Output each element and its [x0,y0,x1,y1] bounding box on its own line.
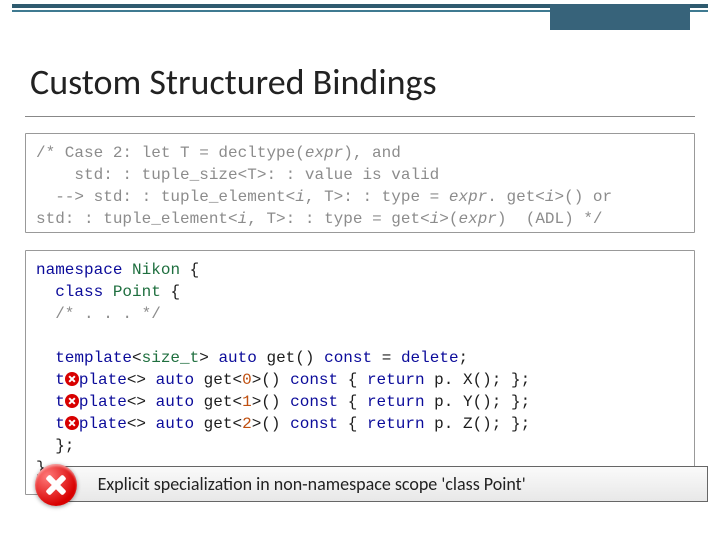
comment-text: expr [305,144,343,162]
code-text: auto [218,349,256,367]
comment-text: , T>: : type = [305,188,449,206]
comment-text: i [295,188,305,206]
code-text: 0 [242,371,252,389]
code-text: const [290,393,338,411]
code-text: size_t [142,349,200,367]
code-text: const [290,415,338,433]
comment-text: expr [449,188,487,206]
code-text: const [290,371,338,389]
code-block: namespace Nikon { class Point { /* . . .… [25,250,695,495]
code-text: < [232,393,242,411]
comment-block: /* Case 2: let T = decltype(expr), and s… [25,133,695,233]
code-text: delete [401,349,459,367]
comment-text: std: : tuple_element< [36,210,238,228]
code-text: > [252,415,262,433]
code-text: < [232,415,242,433]
code-text: p. Y(); [434,393,501,411]
code-text: get [204,393,233,411]
code-text: < [132,349,142,367]
code-text: p. X(); [434,371,501,389]
comment-text: . get< [487,188,545,206]
code-text: <> [127,393,146,411]
error-tooltip: Explicit specialization in non-namespace… [60,466,708,502]
comment-text: i [238,210,248,228]
code-text: /* . . . */ [55,305,161,323]
comment-text: --> std: : tuple_element< [36,188,295,206]
error-message: Explicit specialization in non-namespace… [98,473,526,495]
code-text: Nikon [132,261,180,279]
code-text: > [252,393,262,411]
code-text: get [204,371,233,389]
comment-text: >( [439,210,458,228]
code-text: > [199,349,209,367]
code-text: namespace [36,261,122,279]
error-icon [35,464,77,506]
code-text: template [55,349,132,367]
error-marker-icon [65,394,79,408]
comment-text: >() or [555,188,613,206]
code-text: const [324,349,372,367]
code-text: return [367,393,425,411]
comment-text: i [430,210,440,228]
code-text: 2 [242,415,252,433]
code-text: auto [156,393,194,411]
code-text: Point [113,283,161,301]
code-text: auto [156,371,194,389]
code-text: { [190,261,200,279]
comment-text: ), and [343,144,401,162]
comment-text: std: : tuple_size<T>: : value is valid [36,166,439,184]
code-text: > [252,371,262,389]
slide: Custom Structured Bindings /* Case 2: le… [0,0,720,540]
code-text: return [367,415,425,433]
slide-title: Custom Structured Bindings [30,60,437,104]
code-text: class [55,283,103,301]
code-text: < [232,371,242,389]
code-text: = [382,349,392,367]
code-text: p. Z(); [434,415,501,433]
slide-decoration [0,0,720,30]
code-text: auto [156,415,194,433]
code-text: { [170,283,180,301]
code-text: get [266,349,295,367]
comment-text: i [545,188,555,206]
code-text: }; [55,437,74,455]
code-text: ; [459,349,469,367]
comment-text: ) (ADL) */ [497,210,603,228]
code-text: get [204,415,233,433]
error-marker-icon [65,372,79,386]
error-marker-icon [65,416,79,430]
comment-text: , T>: : type = get< [247,210,429,228]
title-underline [25,116,695,117]
code-text: <> [127,415,146,433]
code-text: 1 [242,393,252,411]
code-text: <> [127,371,146,389]
comment-text: /* Case 2: let T = decltype( [36,144,305,162]
code-text: return [367,371,425,389]
comment-text: expr [459,210,497,228]
